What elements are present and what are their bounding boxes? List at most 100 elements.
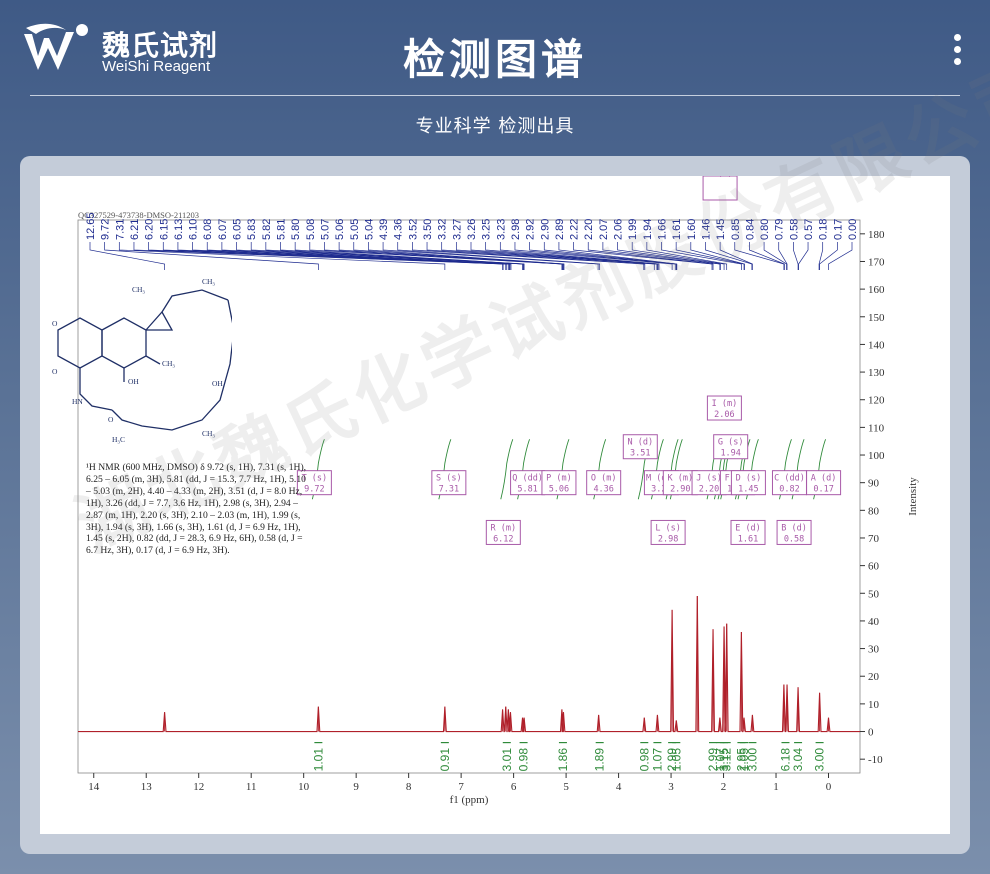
multiplet-box: P (m)5.06 xyxy=(541,470,577,496)
x-tick-label: 2 xyxy=(721,781,727,793)
y-tick-label: 50 xyxy=(868,588,880,600)
peak-label: 2.22 xyxy=(569,219,581,240)
multiplet-box: I (m)2.06 xyxy=(706,395,742,421)
multiplet-shift: 1.94 xyxy=(720,449,740,459)
y-tick-label: 40 xyxy=(868,616,880,628)
peak-label: 2.92 xyxy=(525,219,537,240)
y-tick-label: 10 xyxy=(868,699,880,711)
x-tick-label: 6 xyxy=(511,781,517,793)
svg-text:O: O xyxy=(52,319,58,328)
y-tick-label: 160 xyxy=(868,284,885,296)
peak-label: 2.20 xyxy=(583,219,595,240)
peak-label: 0.84 xyxy=(744,219,756,240)
svg-text:CH₃: CH₃ xyxy=(132,285,145,294)
multiplet-label: E (d) xyxy=(735,523,761,533)
peak-label: 3.25 xyxy=(481,219,493,240)
peak-label: 6.05 xyxy=(232,219,244,240)
peak-label: 2.89 xyxy=(554,219,566,240)
multiplet-box: B (d)0.58 xyxy=(776,519,812,545)
dot-icon xyxy=(953,58,961,65)
peak-label: 3.27 xyxy=(451,219,463,240)
peak-label: 5.05 xyxy=(349,219,361,240)
peak-label: 6.10 xyxy=(188,219,200,240)
dot-icon xyxy=(953,34,961,41)
y-tick-label: 30 xyxy=(868,644,880,656)
integral-label: 1.07 xyxy=(650,748,664,772)
svg-text:O: O xyxy=(52,367,58,376)
multiplet-shift: 2.98 xyxy=(658,534,678,544)
multiplet-label: Q (dd) xyxy=(512,474,543,484)
peak-label-leader xyxy=(734,242,785,270)
peak-label: 6.20 xyxy=(144,219,156,240)
multiplet-label: S (s) xyxy=(436,474,462,484)
svg-text:HN: HN xyxy=(72,397,83,406)
multiplet-box: S (s)7.31 xyxy=(431,470,467,496)
multiplet-label: O (m) xyxy=(591,474,617,484)
multiplet-label: I (m) xyxy=(712,399,738,409)
integral-label: 1.01 xyxy=(311,748,325,772)
page-title: 检测图谱 xyxy=(402,35,587,84)
multiplet-box: A (d)0.17 xyxy=(806,470,842,496)
peak-label: 0.17 xyxy=(832,219,844,240)
multiplet-shift: 1.61 xyxy=(738,534,758,544)
y-tick-label: -10 xyxy=(868,754,883,766)
multiplet-box-frame xyxy=(702,176,738,201)
svg-text:H₃C: H₃C xyxy=(112,435,125,444)
integral-label: 0.98 xyxy=(517,748,531,772)
multiplet-shift: 1.45 xyxy=(738,485,758,495)
y-tick-label: 80 xyxy=(868,505,880,517)
peak-label: 5.08 xyxy=(305,219,317,240)
more-menu-button[interactable] xyxy=(950,34,964,70)
y-tick-label: 110 xyxy=(868,422,885,434)
multiplet-shift: 5.06 xyxy=(549,485,569,495)
multiplet-label: K (m) xyxy=(668,474,694,484)
y-tick-label: 120 xyxy=(868,395,885,407)
integral-label: 3.04 xyxy=(791,748,805,772)
multiplet-shift: 5.81 xyxy=(517,485,537,495)
multiplet-box: N (d)3.51 xyxy=(622,434,658,460)
peak-label-leader xyxy=(793,242,799,270)
peak-label: 3.32 xyxy=(437,219,449,240)
peak-label: 0.57 xyxy=(803,219,815,240)
integral-label: 3.01 xyxy=(500,748,514,772)
nmr-description-text: ¹H NMR (600 MHz, DMSO) δ 9.72 (s, 1H), 7… xyxy=(86,462,307,557)
peak-label: 2.07 xyxy=(598,219,610,240)
peak-label: 6.13 xyxy=(173,219,185,240)
multiplet-shift: 2.06 xyxy=(714,410,734,420)
peak-label-leader xyxy=(690,242,745,270)
peak-label: 12.65 xyxy=(85,212,97,240)
svg-text:OH: OH xyxy=(212,379,223,388)
multiplet-shift: 7.31 xyxy=(439,485,459,495)
peak-label-leader xyxy=(763,242,787,270)
peak-label: 4.36 xyxy=(393,219,405,240)
multiplet-shift: 2.90 xyxy=(670,485,690,495)
peak-label: 6.15 xyxy=(158,219,170,240)
peak-label: 7.31 xyxy=(114,219,126,240)
peak-label: 9.72 xyxy=(100,219,112,240)
multiplet-label: C (dd) xyxy=(774,474,805,484)
peak-label: 5.80 xyxy=(290,219,302,240)
x-tick-label: 0 xyxy=(826,781,832,793)
multiplet-label: A (d) xyxy=(811,474,837,484)
multiplet-box: D (s)1.45 xyxy=(730,470,766,496)
multiplet-label: N (d) xyxy=(627,438,653,448)
multiplet-label: G (s) xyxy=(718,438,744,448)
peak-label: 1.60 xyxy=(686,219,698,240)
peak-label: 3.26 xyxy=(466,219,478,240)
integral-label: 0.98 xyxy=(637,748,651,772)
y-tick-label: 70 xyxy=(868,533,880,545)
x-tick-label: 1 xyxy=(773,781,779,793)
multiplet-shift: 6.12 xyxy=(493,534,513,544)
x-tick-label: 8 xyxy=(406,781,412,793)
svg-text:CH₃: CH₃ xyxy=(162,359,175,368)
multiplet-shift: 0.17 xyxy=(813,485,833,495)
y-tick-label: 60 xyxy=(868,561,880,573)
spectrum-trace xyxy=(78,596,860,733)
peak-label-leader xyxy=(828,242,853,270)
peak-label: 2.90 xyxy=(539,219,551,240)
peak-label: 1.94 xyxy=(642,219,654,240)
peak-label-leader xyxy=(798,242,809,270)
integral-label: 3.00 xyxy=(813,748,827,772)
peak-label: 5.82 xyxy=(261,219,273,240)
x-tick-label: 9 xyxy=(353,781,359,793)
